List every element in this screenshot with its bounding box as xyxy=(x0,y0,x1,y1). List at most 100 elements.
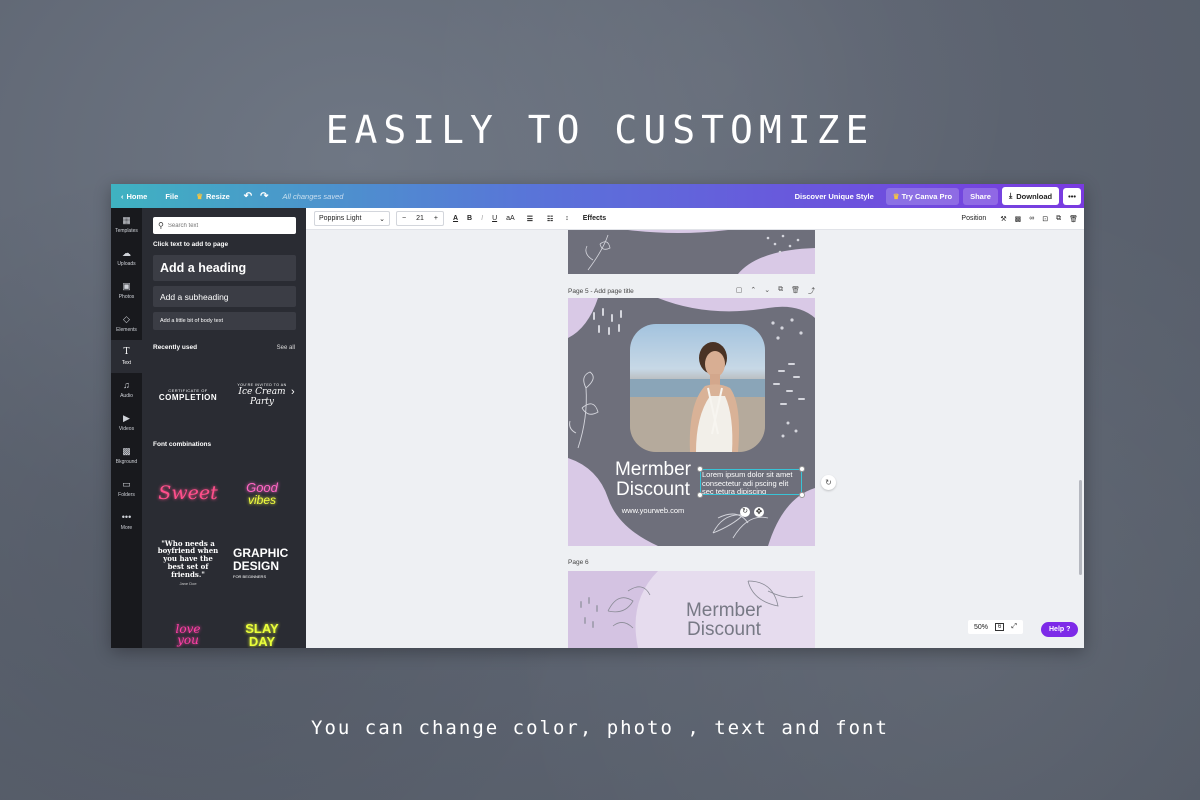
font-combo[interactable]: Sweet xyxy=(153,458,223,528)
font-select[interactable]: Poppins Light ⌄ xyxy=(314,211,390,226)
resize-handle[interactable] xyxy=(697,466,703,472)
chevron-down-icon: ⌄ xyxy=(379,215,385,223)
chevron-up-icon[interactable]: ⌃ xyxy=(750,286,756,296)
page-6-title[interactable]: Page 6 xyxy=(568,559,589,566)
rail-more[interactable]: ••• More xyxy=(111,505,142,538)
home-button[interactable]: ‹ Home xyxy=(121,192,147,201)
file-label: File xyxy=(165,191,179,201)
lock-icon[interactable]: ⊡ xyxy=(1042,215,1048,223)
add-heading-button[interactable]: Add a heading xyxy=(153,255,296,281)
undo-icon[interactable]: ↶ xyxy=(244,191,252,202)
align-left-icon[interactable]: ☰ xyxy=(527,215,533,223)
rail-label: Uploads xyxy=(117,260,136,267)
font-combo[interactable]: love you xyxy=(153,600,223,648)
trash-icon[interactable]: 🗑 xyxy=(1069,215,1078,223)
combo-subtext: FOR BEGINNERS xyxy=(233,574,267,580)
combo-text: Sweet xyxy=(158,482,218,504)
font-combo[interactable]: SLAY DAY xyxy=(227,600,297,648)
text-color-button[interactable]: A xyxy=(453,215,458,222)
list-icon[interactable]: ☷ xyxy=(547,215,553,223)
rail-photos[interactable]: ▣ Photos xyxy=(111,274,142,307)
position-button[interactable]: Position xyxy=(961,215,986,222)
page-4-design[interactable] xyxy=(568,230,815,274)
search-input[interactable] xyxy=(167,222,278,229)
page-6-title-line-2[interactable]: Discount xyxy=(664,620,784,639)
model-photo[interactable] xyxy=(630,324,765,452)
move-icon[interactable]: ✥ xyxy=(754,507,764,517)
page-6-header: Page 6 xyxy=(568,559,815,566)
fullscreen-icon[interactable]: ⤢ xyxy=(1011,623,1017,631)
try-pro-button[interactable]: ♛ Try Canva Pro xyxy=(885,187,960,205)
discover-title[interactable]: Discover Unique Style xyxy=(795,192,874,201)
add-page-icon[interactable]: ⤴ xyxy=(808,286,815,296)
font-combo[interactable]: Good vibes xyxy=(227,458,297,528)
paint-roller-icon[interactable]: ⚒ xyxy=(1000,215,1006,223)
download-button[interactable]: ⤓ Download xyxy=(1001,187,1060,205)
decrease-size-button[interactable]: − xyxy=(397,215,411,222)
rail-templates[interactable]: ▦ Templates xyxy=(111,208,142,241)
redo-icon[interactable]: ↷ xyxy=(260,191,268,202)
page-6-design[interactable]: Mermber Discount xyxy=(568,571,815,648)
selected-text-box[interactable]: Lorem ipsum dolor sit amet consectetur a… xyxy=(700,469,802,495)
vertical-scrollbar[interactable] xyxy=(1079,480,1082,575)
rail-audio[interactable]: ♫ Audio xyxy=(111,373,142,406)
page-6-title-line-1[interactable]: Mermber xyxy=(664,601,784,620)
crown-icon: ♛ xyxy=(196,191,203,201)
resize-handle[interactable] xyxy=(799,466,805,472)
rail-elements[interactable]: ◇ Elements xyxy=(111,307,142,340)
chevron-down-icon[interactable]: ⌄ xyxy=(764,286,770,296)
page-count-badge[interactable]: 6 xyxy=(995,623,1005,631)
resize-button[interactable]: ♛ Resize xyxy=(196,192,230,201)
duplicate-icon[interactable]: ⧉ xyxy=(1056,215,1061,223)
transparency-icon[interactable]: ▩ xyxy=(1015,215,1022,223)
photos-icon: ▣ xyxy=(122,281,131,291)
zoom-level[interactable]: 50% xyxy=(974,624,988,631)
italic-button[interactable]: I xyxy=(481,215,483,222)
more-icon: ••• xyxy=(121,512,132,522)
text-panel: ⚲ Click text to add to page Add a headin… xyxy=(142,208,306,648)
top-bar: ‹ Home File ♛ Resize ↶ ↷ All changes sav… xyxy=(111,184,1084,208)
font-combo[interactable]: "Who needs a boyfriend when you have the… xyxy=(153,528,223,598)
chevron-right-icon[interactable]: › xyxy=(291,386,295,398)
resize-handle[interactable] xyxy=(799,492,805,498)
font-combo[interactable]: GRAPHIC DESIGN FOR BEGINNERS xyxy=(227,528,297,598)
spacing-icon[interactable]: ↕ xyxy=(565,215,569,222)
underline-button[interactable]: U xyxy=(492,215,497,222)
add-body-button[interactable]: Add a little bit of body text xyxy=(153,312,296,330)
duplicate-page-icon[interactable]: ⧉ xyxy=(778,286,783,296)
note-icon[interactable]: ▢ xyxy=(736,286,743,296)
page-5-title[interactable]: Page 5 - Add page title xyxy=(568,288,634,295)
card-url[interactable]: www.yourweb.com xyxy=(588,506,718,515)
rail-label: More xyxy=(120,524,133,531)
delete-page-icon[interactable]: 🗑 xyxy=(791,286,800,296)
file-menu[interactable]: File xyxy=(165,192,178,201)
font-size-value[interactable]: 21 xyxy=(411,215,429,222)
page-5-design[interactable]: Mermber Discount www.yourweb.com Lorem i… xyxy=(568,298,815,546)
rail-label: Text xyxy=(121,359,132,366)
rail-folders[interactable]: ▭ Folders xyxy=(111,472,142,505)
rail-background[interactable]: ▩ Bkground xyxy=(111,439,142,472)
help-button[interactable]: Help ? xyxy=(1041,622,1079,637)
combo-text: Good xyxy=(246,479,278,495)
resize-handle[interactable] xyxy=(697,492,703,498)
search-box[interactable]: ⚲ xyxy=(153,217,296,234)
more-options-button[interactable]: ••• xyxy=(1063,187,1081,205)
add-subheading-button[interactable]: Add a subheading xyxy=(153,286,296,307)
case-button[interactable]: aA xyxy=(506,215,515,222)
resize-label: Resize xyxy=(206,191,230,201)
see-all-link[interactable]: See all xyxy=(277,345,295,351)
recent-template[interactable]: YOU'RE INVITED TO AN Ice Cream Party xyxy=(227,360,297,430)
rail-videos[interactable]: ▶ Videos xyxy=(111,406,142,439)
rail-uploads[interactable]: ☁ Uploads xyxy=(111,241,142,274)
effects-button[interactable]: Effects xyxy=(583,215,606,222)
recent-template[interactable]: CERTIFICATE OF COMPLETION xyxy=(153,360,223,430)
font-size-stepper[interactable]: − 21 + xyxy=(396,211,444,226)
rail-text[interactable]: T Text xyxy=(111,340,142,373)
share-button[interactable]: Share xyxy=(963,187,998,205)
rotate-icon[interactable]: ↻ xyxy=(740,507,750,517)
refresh-icon[interactable]: ↻ xyxy=(821,475,836,490)
bold-button[interactable]: B xyxy=(467,215,472,222)
link-icon[interactable]: ∞ xyxy=(1029,215,1034,222)
increase-size-button[interactable]: + xyxy=(429,215,443,222)
editor-window: ‹ Home File ♛ Resize ↶ ↷ All changes sav… xyxy=(111,184,1084,648)
